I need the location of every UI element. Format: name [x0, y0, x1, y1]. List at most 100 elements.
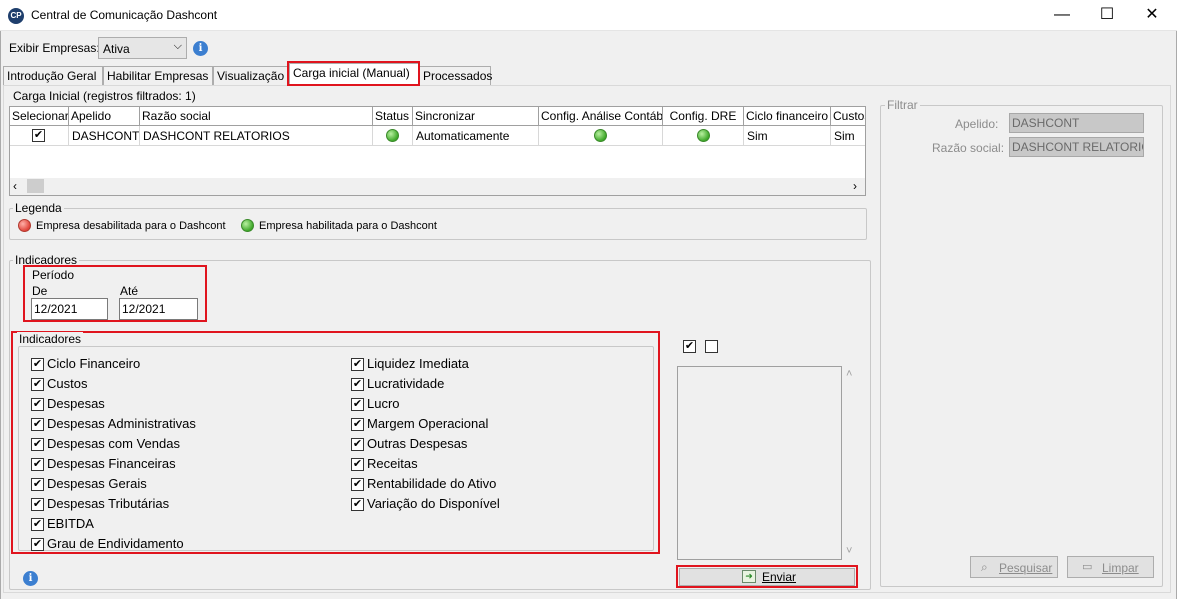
col-header-ciclo-financeiro[interactable]: Ciclo financeiro	[744, 107, 831, 126]
indicador-item[interactable]: ✔ Despesas	[31, 396, 331, 414]
apelido-label: Apelido:	[955, 117, 999, 131]
indicador-checkbox[interactable]: ✔	[351, 478, 364, 491]
indicador-checkbox[interactable]: ✔	[351, 358, 364, 371]
indicador-item[interactable]: ✔ Lucro	[351, 396, 651, 414]
scrollbar-thumb[interactable]	[27, 179, 44, 193]
indicador-checkbox[interactable]: ✔	[351, 458, 364, 471]
indicador-item[interactable]: ✔ Despesas Administrativas	[31, 416, 331, 434]
pesquisar-button[interactable]: ⌕ Pesquisar	[970, 556, 1058, 578]
indicador-item[interactable]: ✔ Custos	[31, 376, 331, 394]
exibir-empresas-select[interactable]: Ativa ⌵	[98, 37, 187, 59]
indicadores-list-label: Indicadores	[17, 332, 84, 346]
cell-apelido: DASHCONT	[69, 126, 140, 146]
indicador-item[interactable]: ✔ EBITDA	[31, 516, 331, 534]
de-input[interactable]: 12/2021	[31, 298, 108, 320]
indicador-label: Despesas Tributárias	[47, 496, 170, 511]
col-header-config-analise[interactable]: Config. Análise Contábi	[539, 107, 663, 126]
tab-visualizacao[interactable]: Visualização	[213, 66, 288, 85]
legenda-label: Legenda	[13, 201, 64, 215]
indicador-item[interactable]: ✔ Receitas	[351, 456, 651, 474]
legenda-disabled-text: Empresa desabilitada para o Dashcont	[36, 220, 226, 232]
indicador-item[interactable]: ✔ Despesas Tributárias	[31, 496, 331, 514]
indicador-item[interactable]: ✔ Despesas Gerais	[31, 476, 331, 494]
limpar-button[interactable]: ▭ Limpar	[1067, 556, 1154, 578]
indicador-checkbox[interactable]: ✔	[31, 418, 44, 431]
status-green-icon	[594, 129, 607, 142]
indicador-checkbox[interactable]: ✔	[31, 478, 44, 491]
cell-selecionar[interactable]: ✔	[10, 126, 69, 146]
col-header-sincronizar[interactable]: Sincronizar	[413, 107, 539, 126]
indicador-checkbox[interactable]: ✔	[31, 458, 44, 471]
col-header-selecionar[interactable]: Selecionar	[10, 107, 69, 126]
info-icon[interactable]: i	[193, 41, 208, 56]
indicador-checkbox[interactable]: ✔	[351, 398, 364, 411]
indicador-item[interactable]: ✔ Liquidez Imediata	[351, 356, 651, 374]
info-icon[interactable]: i	[23, 571, 38, 586]
indicador-label: Lucratividade	[367, 376, 445, 391]
status-green-icon	[241, 219, 254, 232]
indicador-checkbox[interactable]: ✔	[31, 438, 44, 451]
indicador-checkbox[interactable]: ✔	[31, 378, 44, 391]
carga-inicial-grid: Selecionar Apelido Razão social Status S…	[9, 106, 866, 196]
indicador-item[interactable]: ✔ Despesas com Vendas	[31, 436, 331, 454]
cell-sincronizar[interactable]: Automaticamente	[413, 126, 539, 146]
col-header-status[interactable]: Status	[373, 107, 413, 126]
col-header-custos[interactable]: Custos	[831, 107, 865, 126]
check-all-checkbox[interactable]: ✔	[683, 340, 696, 353]
carga-inicial-label: Carga Inicial (registros filtrados: 1)	[11, 89, 198, 103]
de-label: De	[32, 284, 48, 298]
legenda-enabled-text: Empresa habilitada para o Dashcont	[259, 220, 437, 232]
indicador-label: Custos	[47, 376, 88, 391]
tab-habilitar-empresas[interactable]: Habilitar Empresas	[103, 66, 213, 85]
indicador-checkbox[interactable]: ✔	[351, 438, 364, 451]
col-header-apelido[interactable]: Apelido	[69, 107, 140, 126]
indicador-checkbox[interactable]: ✔	[31, 358, 44, 371]
indicador-item[interactable]: ✔ Rentabilidade do Ativo	[351, 476, 651, 494]
indicador-label: Despesas Administrativas	[47, 416, 196, 431]
col-header-razao-social[interactable]: Razão social	[140, 107, 373, 126]
indicador-checkbox[interactable]: ✔	[351, 498, 364, 511]
indicador-item[interactable]: ✔ Grau de Endividamento	[31, 536, 331, 554]
indicador-item[interactable]: ✔ Variação do Disponível	[351, 496, 651, 514]
indicador-item[interactable]: ✔ Lucratividade	[351, 376, 651, 394]
indicador-item[interactable]: ✔ Ciclo Financeiro	[31, 356, 331, 374]
uncheck-all-checkbox[interactable]	[705, 340, 718, 353]
indicador-checkbox[interactable]: ✔	[351, 418, 364, 431]
indicador-label: Margem Operacional	[367, 416, 489, 431]
indicador-item[interactable]: ✔ Outras Despesas	[351, 436, 651, 454]
enviar-label: Enviar	[762, 570, 797, 584]
indicador-checkbox[interactable]: ✔	[351, 378, 364, 391]
indicador-checkbox[interactable]: ✔	[31, 398, 44, 411]
horizontal-scrollbar[interactable]: ‹ ›	[10, 178, 865, 195]
col-header-config-dre[interactable]: Config. DRE	[663, 107, 744, 126]
window-title: Central de Comunicação Dashcont	[31, 8, 218, 22]
clear-icon: ▭	[1082, 561, 1093, 573]
chevron-up-icon[interactable]: ˄	[846, 368, 852, 380]
chevron-down-icon[interactable]: ˅	[846, 545, 852, 557]
row-select-checkbox[interactable]: ✔	[32, 129, 45, 142]
chevron-right-icon[interactable]: ›	[853, 179, 857, 193]
indicador-checkbox[interactable]: ✔	[31, 538, 44, 551]
razao-social-input[interactable]: DASHCONT RELATORIOS	[1009, 137, 1144, 157]
enviar-button[interactable]: ➜ Enviar	[679, 568, 855, 586]
highlight-box	[287, 61, 420, 86]
ate-input[interactable]: 12/2021	[119, 298, 198, 320]
tab-introducao-geral[interactable]: Introdução Geral	[3, 66, 103, 85]
cell-config-analise	[539, 126, 663, 146]
apelido-input[interactable]: DASHCONT	[1009, 113, 1144, 133]
indicador-item[interactable]: ✔ Margem Operacional	[351, 416, 651, 434]
indicador-checkbox[interactable]: ✔	[31, 498, 44, 511]
indicador-checkbox[interactable]: ✔	[31, 518, 44, 531]
selection-list[interactable]	[677, 366, 842, 560]
maximize-button[interactable]: ☐	[1084, 0, 1130, 31]
minimize-button[interactable]: —	[1039, 0, 1085, 31]
tab-processados[interactable]: Processados	[419, 66, 492, 85]
filtrar-label: Filtrar	[885, 98, 920, 112]
exibir-empresas-label: Exibir Empresas:	[9, 41, 100, 55]
cell-custos: Sim	[831, 126, 865, 146]
close-button[interactable]: ✕	[1129, 0, 1175, 31]
search-icon: ⌕	[981, 560, 988, 574]
chevron-left-icon[interactable]: ‹	[13, 179, 17, 193]
indicador-label: Despesas com Vendas	[47, 436, 180, 451]
indicador-item[interactable]: ✔ Despesas Financeiras	[31, 456, 331, 474]
